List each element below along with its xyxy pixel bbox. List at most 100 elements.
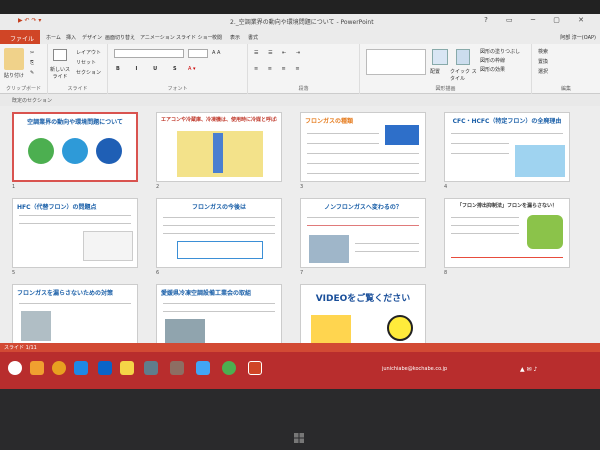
arrange-icon[interactable] <box>432 49 448 65</box>
slide-number: 5 <box>12 270 16 276</box>
replace-button[interactable]: 置換 <box>538 58 548 65</box>
new-slide-button[interactable]: 新しいスライド <box>48 66 72 80</box>
paste-icon[interactable] <box>4 48 24 70</box>
font-family-select[interactable] <box>114 49 184 58</box>
slide-title: VIDEOをご覧ください <box>315 294 411 304</box>
section-button[interactable]: セクション <box>76 69 101 76</box>
quick-access-toolbar[interactable]: ▶ ↶ ↷ ▾ <box>18 17 41 24</box>
text-line <box>307 173 419 174</box>
new-slide-icon[interactable] <box>53 49 67 61</box>
circle-shape <box>96 138 122 164</box>
slide-title: 愛媛県冷凍空調設備工業会の取組 <box>161 290 252 297</box>
copy-icon[interactable]: ⎘ <box>30 60 34 66</box>
slide-thumbnail-2[interactable]: エアコンや冷蔵庫、冷凍機は、使用時に冷媒と呼ばれるガスを循環させて冷やしています <box>156 112 282 182</box>
list-icons[interactable]: ☰ ☰ ⇤ ⇥ <box>254 50 304 56</box>
device-bezel <box>0 389 600 450</box>
slide-thumbnail-4[interactable]: CFC・HCFC（特定フロン）の全廃理由 <box>444 112 570 182</box>
slide-thumbnail-3[interactable]: フロンガスの種類 <box>300 112 426 182</box>
layout-button[interactable]: レイアウト <box>76 49 101 56</box>
taskbar: スライド 1/11 junichiabe@kochabe.co.jp ▲ ✉ ♪ <box>0 343 600 389</box>
powerpoint-icon[interactable] <box>248 361 262 375</box>
tab-home[interactable]: ホーム <box>46 34 61 41</box>
group-font: A A B I U S A ▾ フォント <box>108 44 248 94</box>
status-bar: スライド 1/11 <box>0 343 600 352</box>
find-button[interactable]: 検索 <box>538 48 548 55</box>
tab-animations[interactable]: アニメーション <box>140 34 175 41</box>
text-line <box>355 243 419 244</box>
windows-logo-icon[interactable] <box>294 433 304 443</box>
slide-counter: スライド 1/11 <box>4 345 37 351</box>
start-icon[interactable] <box>8 361 22 375</box>
slide-thumbnail-5[interactable]: HFC（代替フロン）の問題点 <box>12 198 138 268</box>
slide-title: 空調業界の動向や環境問題について <box>27 119 123 126</box>
slide-number: 2 <box>156 184 160 190</box>
group-drawing: 配置 クイック スタイル 図形の塗りつぶし 図形の枠線 図形の効果 図形描画 <box>360 44 532 94</box>
slide-thumbnail-6[interactable]: フロンガスの今後は <box>156 198 282 268</box>
slide-thumbnail-8[interactable]: 「フロン排出抑制法」フロンを漏らさない！ <box>444 198 570 268</box>
text-line <box>163 233 275 234</box>
shapes-gallery[interactable] <box>366 49 426 75</box>
app-icon[interactable] <box>144 361 158 375</box>
slide-thumbnail-7[interactable]: ノンフロンガスへ変わるの？ <box>300 198 426 268</box>
tray-icons[interactable]: ▲ ✉ ♪ <box>520 366 537 373</box>
format-painter-icon[interactable]: ✎ <box>30 70 34 76</box>
tab-review[interactable]: 校閲 <box>212 34 222 41</box>
tab-format[interactable]: 書式 <box>248 34 258 41</box>
select-button[interactable]: 選択 <box>538 68 548 75</box>
arrange-button[interactable]: 配置 <box>430 68 440 75</box>
slide-thumbnail-1[interactable]: 空調業界の動向や環境問題について <box>12 112 138 182</box>
tab-design[interactable]: デザイン <box>82 34 102 41</box>
reset-button[interactable]: リセット <box>76 59 96 66</box>
folder-icon[interactable] <box>120 361 134 375</box>
slide-number: 3 <box>300 184 304 190</box>
shape-effects-button[interactable]: 図形の効果 <box>480 66 505 73</box>
text-line <box>307 133 379 134</box>
font-format-icons[interactable]: B I U S <box>116 66 184 72</box>
font-color-icon[interactable]: A ▾ <box>188 66 196 72</box>
text-line <box>451 233 519 234</box>
shape-fill-button[interactable]: 図形の塗りつぶし <box>480 48 520 55</box>
firefox-icon[interactable] <box>52 361 66 375</box>
line-icon[interactable] <box>222 361 236 375</box>
ribbon-tabs: ファイル ホーム 挿入 デザイン 画面切り替え アニメーション スライド ショー… <box>0 30 600 44</box>
tab-insert[interactable]: 挿入 <box>66 34 76 41</box>
slide-sorter: 空調業界の動向や環境問題について 1 エアコンや冷蔵庫、冷凍機は、使用時に冷媒と… <box>0 106 600 362</box>
window-controls[interactable]: ? ▭ ─ ▢ ✕ <box>484 16 592 24</box>
section-header[interactable]: 既定のセクション <box>0 94 600 106</box>
font-size-select[interactable] <box>188 49 208 58</box>
tab-view[interactable]: 表示 <box>230 34 240 41</box>
text-line <box>163 303 275 304</box>
tab-slideshow[interactable]: スライド ショー <box>176 34 213 41</box>
outlook-icon[interactable] <box>98 361 112 375</box>
shape-outline-button[interactable]: 図形の枠線 <box>480 57 505 64</box>
text-line <box>307 143 379 144</box>
cut-icon[interactable]: ✂ <box>30 50 34 56</box>
ie-icon[interactable] <box>74 361 88 375</box>
file-explorer-icon[interactable] <box>30 361 44 375</box>
app-icon[interactable] <box>170 361 184 375</box>
window-title: 2._空調業界の動向や環境問題について - PowerPoint <box>230 19 374 26</box>
user-name[interactable]: 阿部 淳一(OAP) <box>560 34 596 41</box>
pipe-shape <box>213 133 223 173</box>
quick-styles-icon[interactable] <box>456 49 470 65</box>
slide-title: HFC（代替フロン）の問題点 <box>17 204 97 211</box>
text-line <box>163 217 275 218</box>
tray-account[interactable]: junichiabe@kochabe.co.jp <box>382 366 447 372</box>
tab-transitions[interactable]: 画面切り替え <box>105 34 135 41</box>
slide-number: 7 <box>300 270 304 276</box>
tab-file[interactable]: ファイル <box>0 30 40 44</box>
title-bar: ▶ ↶ ↷ ▾ 2._空調業界の動向や環境問題について - PowerPoint… <box>0 14 600 30</box>
paste-button[interactable]: 貼り付け <box>2 72 26 79</box>
text-line <box>307 217 419 218</box>
app-icon[interactable] <box>196 361 210 375</box>
group-clipboard: 貼り付け ✂ ⎘ ✎ クリップボード <box>0 44 48 94</box>
text-line <box>307 153 419 154</box>
slide-title: 「フロン排出抑制法」フロンを漏らさない！ <box>456 203 557 209</box>
grow-font-icon[interactable]: A A <box>212 50 220 56</box>
text-line <box>163 311 275 312</box>
slide-number: 1 <box>12 184 16 190</box>
screen: ▶ ↶ ↷ ▾ 2._空調業界の動向や環境問題について - PowerPoint… <box>0 0 600 450</box>
align-icons[interactable]: ≡ ≡ ≡ ≡ <box>254 66 304 72</box>
photo-image <box>21 311 51 341</box>
quick-styles-button[interactable]: クイック スタイル <box>450 68 478 82</box>
